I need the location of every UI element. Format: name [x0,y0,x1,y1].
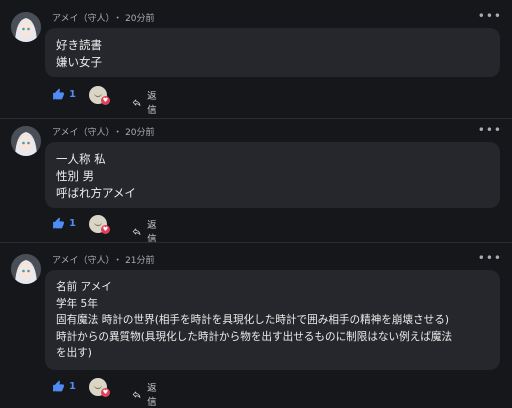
comment-line: 学年 5年 [56,297,98,310]
comment-line: 呼ばれ方アメイ [56,186,136,200]
like-count: 1 [69,381,76,392]
author-name[interactable]: アメイ（守人） [52,256,110,266]
meta-separator: ・ [113,128,123,138]
comment-line: 名前 アメイ [56,281,112,293]
thumbs-up-icon [53,380,64,392]
comment-bubble: 名前 アメイ 学年 5年 固有魔法 時計の世界(相手を時計を具現化した時計で囲み… [45,270,500,370]
comment-line: 好き読書 [56,38,102,52]
more-icon[interactable]: ••• [478,10,502,22]
comment-line: 一人称 私 [56,152,106,166]
like-button[interactable]: 1 [52,88,76,101]
post-meta: アメイ（守人）・ 20分前 [52,125,155,138]
avatar[interactable] [11,126,41,156]
thumbs-up-icon [53,88,64,100]
reply-button[interactable]: 返信 [132,88,161,116]
comment-post-2: アメイ（守人）・ 20分前 ••• 一人称 私 性別 男 呼ばれ方アメイ 1 ♥ … [0,118,512,245]
comment-line: 固有魔法 時計の世界(相手を時計を具現化した時計で囲み相手の精神を崩壊させる) [56,314,450,326]
reaction-face [94,221,102,226]
like-button[interactable]: 1 [52,217,76,230]
meta-separator: ・ [113,256,123,266]
like-button[interactable]: 1 [52,380,76,393]
reply-arrow-icon [132,98,141,106]
thumbs-up-icon [53,217,64,229]
comment-bubble: 一人称 私 性別 男 呼ばれ方アメイ [45,142,500,208]
reply-arrow-icon [132,390,141,398]
like-count: 1 [69,218,76,229]
comment-bubble: 好き読書 嫌い女子 [45,28,500,77]
more-icon[interactable]: ••• [478,124,502,136]
reaction-face [94,384,102,389]
heart-icon: ♥ [101,388,110,397]
emoji-heart-reaction-icon[interactable]: ♥ [89,215,110,234]
post-time: 20分前 [125,14,155,24]
comment-post-1: アメイ（守人）・ 20分前 ••• 好き読書 嫌い女子 1 ♥ 返信 [0,0,512,118]
author-name[interactable]: アメイ（守人） [52,128,110,138]
reaction-face [94,92,102,97]
comment-line: 性別 男 [56,169,95,183]
meta-separator: ・ [113,14,123,24]
post-time: 21分前 [125,256,155,266]
heart-icon: ♥ [101,225,110,234]
reply-button[interactable]: 返信 [132,380,161,408]
reply-label: 返信 [147,91,157,116]
comment-line: を出す) [56,347,92,359]
reply-button[interactable]: 返信 [132,217,161,245]
reply-arrow-icon [132,227,141,235]
comment-line: 嫌い女子 [56,55,102,69]
more-icon[interactable]: ••• [478,252,502,264]
avatar-image [11,12,41,42]
author-name[interactable]: アメイ（守人） [52,14,110,24]
avatar-image [11,254,41,284]
heart-icon: ♥ [101,96,110,105]
comment-post-3: アメイ（守人）・ 21分前 ••• 名前 アメイ 学年 5年 固有魔法 時計の世界… [0,242,512,408]
avatar[interactable] [11,12,41,42]
emoji-heart-reaction-icon[interactable]: ♥ [89,86,110,105]
post-time: 20分前 [125,128,155,138]
comment-line: 時計からの異質物(具現化した時計から物を出す出せるものに制限はない例えば魔法 [56,330,453,343]
avatar[interactable] [11,254,41,284]
reply-label: 返信 [147,220,157,245]
emoji-heart-reaction-icon[interactable]: ♥ [89,378,110,397]
like-count: 1 [69,89,76,100]
reply-label: 返信 [147,383,157,408]
post-meta: アメイ（守人）・ 20分前 [52,11,155,24]
post-meta: アメイ（守人）・ 21分前 [52,253,155,266]
avatar-image [11,126,41,156]
